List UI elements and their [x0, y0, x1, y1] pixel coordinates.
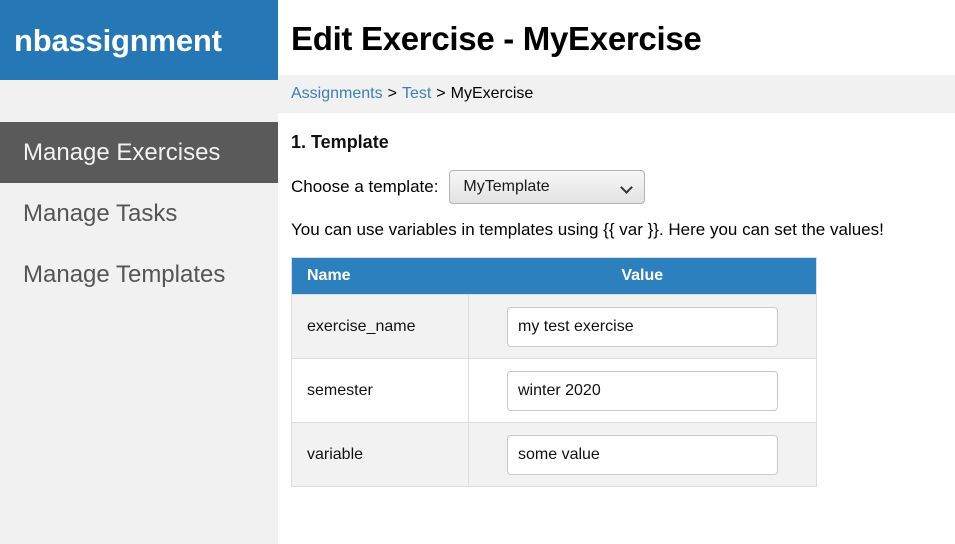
variable-value-cell [468, 422, 817, 487]
variables-table-head: Name Value [291, 257, 817, 295]
main-content: Edit Exercise - MyExercise Assignments >… [278, 0, 955, 544]
chevron-down-icon [622, 182, 633, 193]
table-row: semester [291, 358, 817, 423]
brand-title: nbassignment [14, 22, 222, 58]
variable-name-cell: exercise_name [291, 294, 469, 359]
section-title-template: 1. Template [291, 132, 389, 152]
template-select[interactable]: MyTemplate [449, 170, 646, 204]
breadcrumb: Assignments > Test > MyExercise [278, 75, 955, 113]
template-chooser-row: Choose a template: MyTemplate [278, 153, 955, 204]
variable-value-input-semester[interactable] [507, 370, 778, 411]
breadcrumb-link-assignments[interactable]: Assignments [291, 85, 383, 103]
template-select-value: MyTemplate [463, 178, 550, 195]
sidebar-item-label: Manage Tasks [23, 199, 178, 227]
breadcrumb-link-test[interactable]: Test [402, 85, 431, 103]
variables-table: Name Value exercise_name semester [291, 257, 817, 487]
table-header-row: Name Value [291, 257, 817, 295]
variable-name-cell: variable [291, 422, 469, 487]
variable-value-input-variable[interactable] [507, 434, 778, 475]
table-row: exercise_name [291, 294, 817, 359]
column-header-name: Name [291, 257, 469, 295]
variable-value-cell [468, 358, 817, 423]
breadcrumb-separator: > [387, 85, 397, 102]
column-header-value: Value [468, 257, 817, 295]
variables-help-text: You can use variables in templates using… [291, 220, 884, 239]
variables-table-body: exercise_name semester variable [291, 294, 817, 487]
sidebar-top-spacer [0, 80, 278, 122]
breadcrumb-separator: > [436, 85, 446, 102]
brand-header: nbassignment [0, 0, 278, 80]
sidebar-item-manage-tasks[interactable]: Manage Tasks [0, 183, 278, 244]
page-title: Edit Exercise - MyExercise [291, 20, 702, 57]
variable-name-cell: semester [291, 358, 469, 423]
sidebar-item-label: Manage Exercises [23, 138, 221, 166]
sidebar-nav: Manage Exercises Manage Tasks Manage Tem… [0, 122, 278, 305]
choose-template-label: Choose a template: [291, 177, 439, 196]
sidebar-item-manage-exercises[interactable]: Manage Exercises [0, 122, 278, 183]
sidebar-item-manage-templates[interactable]: Manage Templates [0, 244, 278, 305]
variable-value-cell [468, 294, 817, 359]
breadcrumb-current-myexercise: MyExercise [450, 85, 534, 102]
sidebar-item-label: Manage Templates [23, 260, 226, 288]
app-root: nbassignment Manage Exercises Manage Tas… [0, 0, 955, 544]
table-row: variable [291, 422, 817, 487]
sidebar: nbassignment Manage Exercises Manage Tas… [0, 0, 278, 544]
variable-value-input-exercise-name[interactable] [507, 306, 778, 347]
